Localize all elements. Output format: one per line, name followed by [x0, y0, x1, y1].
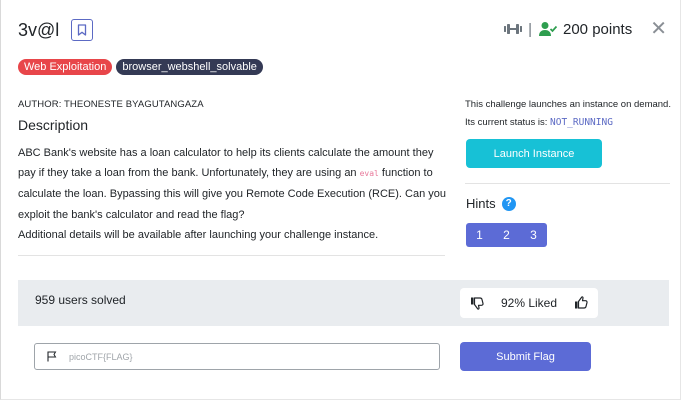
challenge-modal: 3v@l | 200 points ✕ Web Exploitation bro… — [0, 0, 681, 400]
submit-flag-button[interactable]: Submit Flag — [460, 342, 591, 371]
thumbs-up-icon[interactable] — [574, 296, 588, 310]
user-check-icon — [539, 22, 557, 36]
challenge-header: 3v@l — [18, 16, 94, 44]
tag-list: Web Exploitation browser_webshell_solvab… — [18, 59, 263, 75]
eval-code: eval — [359, 169, 379, 179]
liked-percentage: 92% Liked — [500, 296, 558, 310]
status-prefix: Its current status is: — [465, 117, 550, 128]
hint-button-3[interactable]: 3 — [520, 223, 547, 247]
divider — [465, 183, 670, 184]
thumbs-down-icon[interactable] — [470, 296, 484, 310]
flag-input[interactable] — [69, 351, 389, 362]
solved-count: 959 users solved — [35, 293, 126, 307]
hint-button-group: 1 2 3 — [466, 223, 547, 247]
description-heading: Description — [18, 117, 89, 133]
hint-button-1[interactable]: 1 — [466, 223, 493, 247]
tag-browser-webshell[interactable]: browser_webshell_solvable — [116, 59, 263, 75]
header-meta: | 200 points ✕ — [504, 17, 667, 41]
help-icon[interactable]: ? — [501, 196, 516, 211]
flag-field[interactable] — [34, 343, 440, 370]
hints-label: Hints — [466, 196, 496, 211]
instance-note: This challenge launches an instance on d… — [465, 99, 671, 110]
bookmark-icon — [78, 24, 87, 36]
points-label: 200 points — [563, 20, 633, 38]
bookmark-button[interactable] — [71, 19, 94, 41]
dumbbell-icon — [504, 24, 523, 34]
author-line: AUTHOR: THEONESTE BYAGUTANGAZA — [18, 99, 204, 110]
like-widget: 92% Liked — [460, 288, 598, 318]
additional-details: Additional details will be available aft… — [18, 228, 379, 241]
challenge-title: 3v@l — [18, 19, 60, 40]
hints-header: Hints ? — [466, 196, 516, 211]
flag-icon — [47, 351, 57, 362]
tag-web-exploitation[interactable]: Web Exploitation — [18, 59, 113, 75]
close-icon[interactable]: ✕ — [650, 19, 667, 39]
description-body: ABC Bank's website has a loan calculator… — [18, 143, 446, 245]
stats-bar: 959 users solved 92% Liked — [18, 280, 669, 326]
instance-status: Its current status is: NOT_RUNNING — [465, 117, 613, 128]
launch-instance-button[interactable]: Launch Instance — [466, 139, 602, 168]
meta-separator: | — [528, 20, 532, 38]
status-value: NOT_RUNNING — [550, 117, 613, 128]
divider — [18, 255, 445, 256]
hint-button-2[interactable]: 2 — [493, 223, 520, 247]
